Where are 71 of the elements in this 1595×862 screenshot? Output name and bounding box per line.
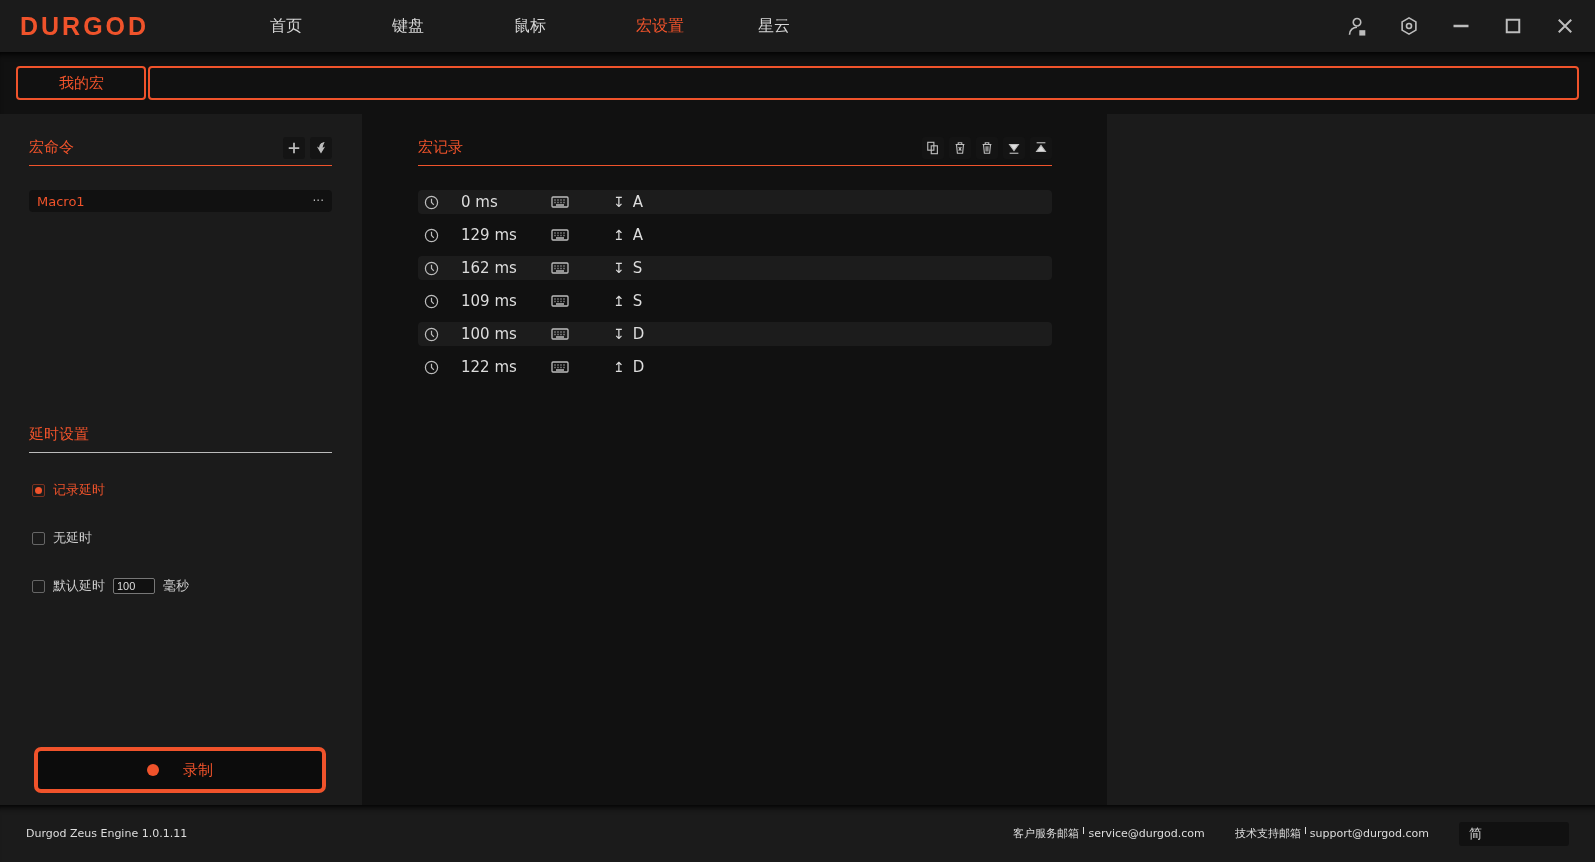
copy-icon xyxy=(926,140,940,155)
delay-time: 129 ms xyxy=(461,226,518,244)
delay-time: 100 ms xyxy=(461,325,518,343)
clock-icon xyxy=(424,260,439,276)
clock-icon xyxy=(424,227,439,243)
language-selector[interactable]: 简 xyxy=(1459,821,1569,846)
key-label: A xyxy=(632,193,643,211)
user-icon[interactable] xyxy=(1347,16,1367,36)
contact-label: 技术支持邮箱 xyxy=(1234,826,1301,841)
nav-tab[interactable]: 宏设置 xyxy=(636,15,758,37)
clock-icon xyxy=(424,326,439,342)
delay-time: 109 ms xyxy=(461,292,518,310)
clock-icon xyxy=(424,359,439,375)
keyboard-icon xyxy=(551,226,569,244)
section-title: 宏命令 xyxy=(29,138,74,157)
close-icon[interactable] xyxy=(1555,16,1575,36)
key-action-arrow: ↥ xyxy=(613,227,625,243)
checkbox[interactable] xyxy=(32,483,45,497)
checkbox[interactable] xyxy=(32,579,45,593)
maximize-icon[interactable] xyxy=(1503,16,1523,36)
version-text: Durgod Zeus Engine 1.0.1.11 xyxy=(26,827,188,840)
trash-icon xyxy=(980,140,994,155)
section-title: 宏记录 xyxy=(418,138,463,157)
option-label: 无延时 xyxy=(53,529,92,547)
keyboard-icon xyxy=(551,193,569,211)
record-icon xyxy=(147,764,159,776)
trash-x-icon xyxy=(953,140,967,155)
macro-name[interactable]: Macro1 xyxy=(37,193,85,209)
import-button[interactable] xyxy=(310,136,332,159)
key-action-arrow: ↧ xyxy=(613,194,625,210)
option-label: 默认延时 xyxy=(53,577,105,595)
delay-field[interactable]: 100 xyxy=(113,578,155,594)
macro-item[interactable]: Macro1 ··· xyxy=(29,190,332,212)
keyboard-icon xyxy=(551,358,569,376)
delay-time: 162 ms xyxy=(461,259,518,277)
plus-icon xyxy=(287,140,301,155)
more-button[interactable]: ··· xyxy=(312,194,324,208)
nav-tab[interactable]: 星云 xyxy=(758,15,880,37)
tab[interactable]: 我的宏 xyxy=(16,66,146,100)
keyboard-icon xyxy=(551,325,569,343)
option-label: 记录延时 xyxy=(53,481,105,499)
checkbox[interactable] xyxy=(32,531,45,545)
key-action-arrow: ↧ xyxy=(613,326,625,342)
move-up-icon xyxy=(1034,140,1048,155)
key-label: D xyxy=(632,325,645,343)
key-label: S xyxy=(632,259,643,277)
delay-time: 0 ms xyxy=(461,193,499,211)
nav-tab[interactable]: 鼠标 xyxy=(514,15,636,37)
contact-email: service@durgod.com xyxy=(1088,827,1205,840)
contact-label: 客户服务邮箱 xyxy=(1013,826,1080,841)
key-action-arrow: ↥ xyxy=(613,293,625,309)
delay-time: 122 ms xyxy=(461,358,518,376)
clock-icon xyxy=(424,293,439,309)
record-button[interactable]: 录制 xyxy=(34,747,326,793)
key-label: A xyxy=(632,226,643,244)
unit-label: 毫秒 xyxy=(163,577,189,595)
nav-tab[interactable]: 首页 xyxy=(270,15,392,37)
key-action-arrow: ↧ xyxy=(613,260,625,276)
key-action-arrow: ↥ xyxy=(613,359,625,375)
curved-arrow-icon xyxy=(314,140,328,155)
contact-email: support@durgod.com xyxy=(1309,827,1429,840)
keyboard-icon xyxy=(551,259,569,277)
add-button[interactable] xyxy=(283,136,305,159)
settings-icon[interactable] xyxy=(1399,16,1419,36)
key-label: S xyxy=(632,292,643,310)
clock-icon xyxy=(424,194,439,210)
key-label: D xyxy=(632,358,645,376)
keyboard-icon xyxy=(551,292,569,310)
logo: DURGOD xyxy=(20,11,150,40)
nav-tab[interactable]: 键盘 xyxy=(392,15,514,37)
section-title: 延时设置 xyxy=(29,425,89,444)
